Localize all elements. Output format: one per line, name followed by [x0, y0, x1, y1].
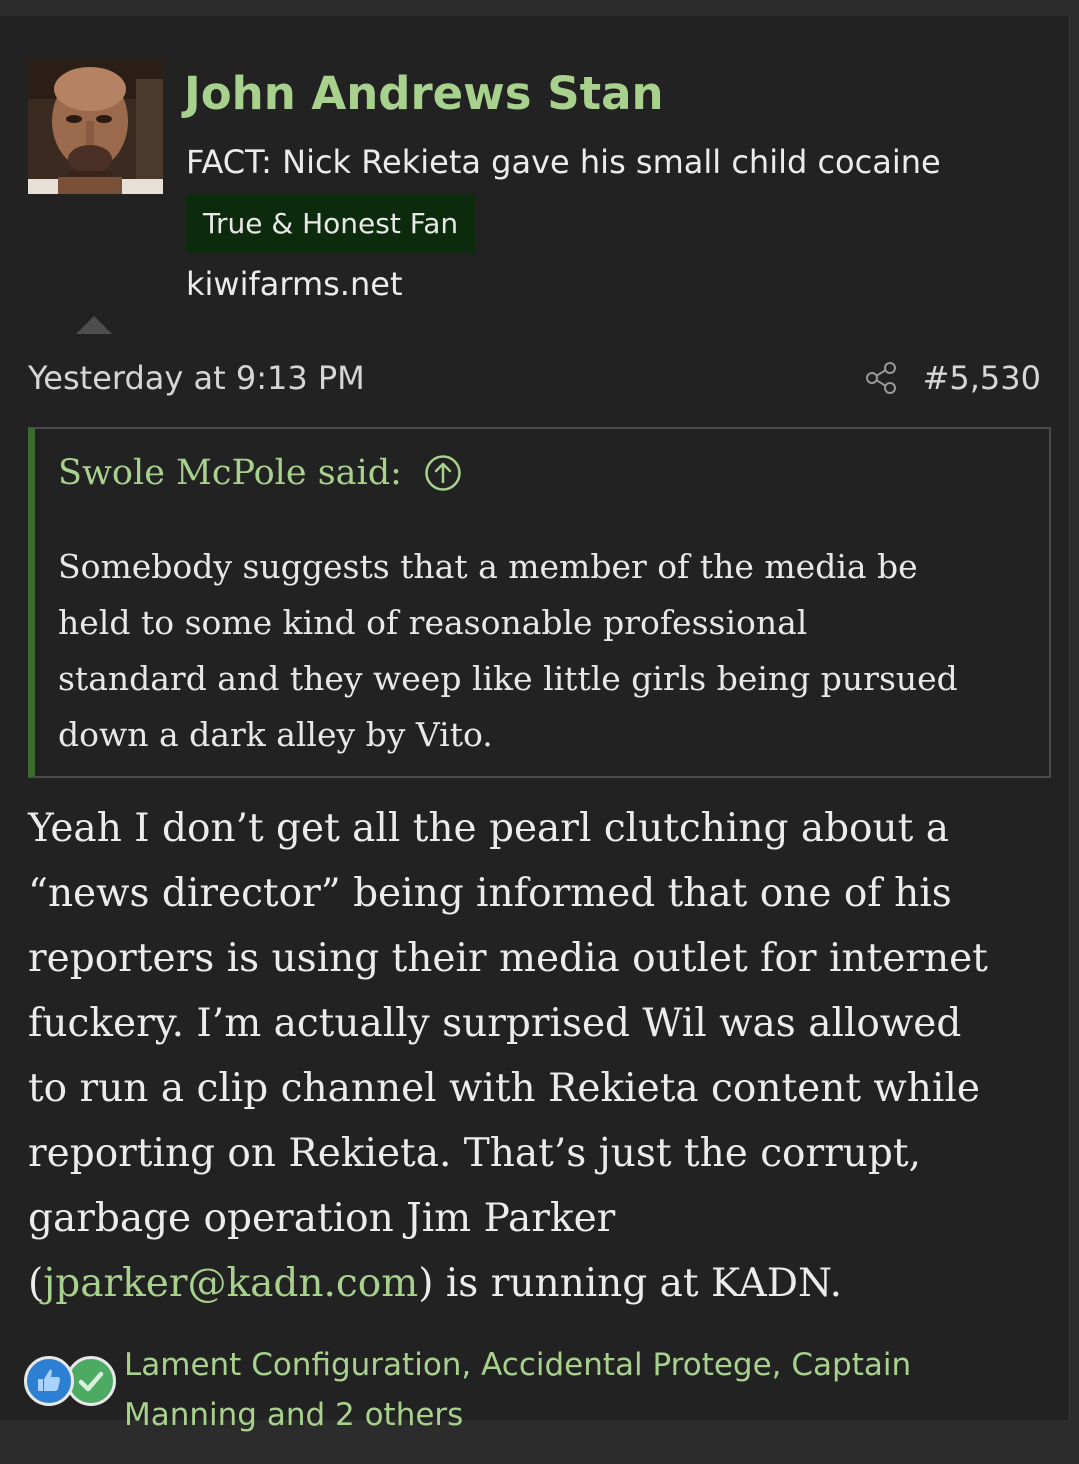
quote-author[interactable]: Swole McPole said: [58, 451, 402, 495]
message-line: “news director” being informed that one … [28, 871, 952, 916]
quote-line: Somebody suggests that a member of the m… [58, 547, 918, 586]
message-line-last: (jparker@kadn.com) is running at KADN. [28, 1251, 1058, 1316]
post-timestamp[interactable]: Yesterday at 9:13 PM [28, 356, 365, 400]
message-line: Yeah I don’t get all the pearl clutching… [28, 806, 949, 851]
quote-line: down a dark alley by Vito. [58, 715, 493, 754]
reaction-line[interactable]: Lament Configuration, Accidental Protege… [124, 1340, 911, 1390]
forum-post: John Andrews Stan FACT: Nick Rekieta gav… [0, 16, 1070, 1433]
message-line: fuckery. I’m actually surprised Wil was … [28, 1001, 962, 1046]
post-number[interactable]: #5,530 [923, 356, 1041, 400]
site-name: kiwifarms.net [186, 265, 403, 303]
user-banner: True & Honest Fan [186, 194, 476, 254]
share-icon[interactable] [864, 361, 898, 395]
user-title: FACT: Nick Rekieta gave his small child … [186, 143, 941, 181]
arrow-up-circle-icon[interactable] [424, 454, 462, 492]
reactions-bar: Lament Configuration, Accidental Protege… [24, 1340, 911, 1440]
quote-line: held to some kind of reasonable professi… [58, 603, 808, 642]
reaction-line[interactable]: Manning and 2 others [124, 1390, 911, 1440]
reaction-icons[interactable] [24, 1356, 120, 1412]
email-link[interactable]: jparker@kadn.com [43, 1261, 418, 1306]
quote-block: Swole McPole said: Somebody suggests tha… [28, 427, 1051, 778]
like-icon[interactable] [24, 1356, 74, 1406]
message-line: reporters is using their media outlet fo… [28, 936, 988, 981]
avatar[interactable] [28, 59, 163, 194]
message-line: reporting on Rekieta. That’s just the co… [28, 1131, 921, 1176]
username[interactable]: John Andrews Stan [184, 64, 664, 124]
page: John Andrews Stan FACT: Nick Rekieta gav… [0, 0, 1079, 1464]
quote-body: Somebody suggests that a member of the m… [58, 539, 1038, 763]
message-line-end: ) is running at KADN. [418, 1261, 842, 1306]
quote-header: Swole McPole said: [58, 451, 462, 495]
post-message: Yeah I don’t get all the pearl clutching… [28, 796, 1058, 1316]
quote-line: standard and they weep like little girls… [58, 659, 958, 698]
avatar-image [28, 59, 163, 194]
reaction-users[interactable]: Lament Configuration, Accidental Protege… [124, 1340, 911, 1440]
message-line: garbage operation Jim Parker [28, 1196, 616, 1241]
message-line: to run a clip channel with Rekieta conte… [28, 1066, 980, 1111]
paren-open: ( [28, 1261, 44, 1306]
user-card-arrow [76, 316, 112, 334]
